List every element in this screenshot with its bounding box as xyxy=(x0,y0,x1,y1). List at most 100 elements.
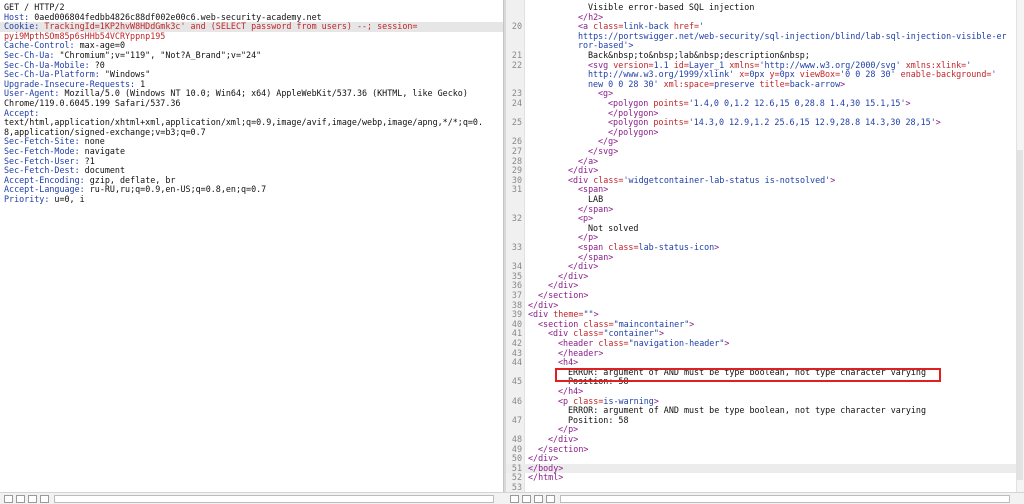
response-line: </polygon> xyxy=(506,127,1018,138)
html-tag: </p> xyxy=(558,424,579,435)
html-tag: </div> xyxy=(528,453,559,464)
text-node: Visible error-based SQL injection xyxy=(588,2,755,12)
html-tag: <a xyxy=(578,21,594,32)
settings-icon[interactable] xyxy=(16,495,25,503)
html-tag: <p> xyxy=(578,213,594,224)
html-tag: <polygon xyxy=(608,117,654,128)
html-tag: > xyxy=(593,309,599,320)
html-tag: <span xyxy=(578,242,609,252)
attribute-value: 'http://www.w3.org/2000/svg' xyxy=(759,59,906,70)
response-viewer[interactable]: Visible error-based SQL injection </h2> 20… xyxy=(506,0,1018,492)
request-line: Priority: u=0, i xyxy=(4,194,499,205)
header-value: Chrome/119.0.6045.199 Safari/537.36 xyxy=(4,98,181,108)
response-line: 52 </html> xyxy=(506,473,1018,483)
html-tag: </a> xyxy=(578,155,599,166)
response-search-input[interactable] xyxy=(560,495,1010,503)
attribute-value: 'widgetcontainer-lab-status is-notsolved… xyxy=(623,174,831,185)
forward-icon[interactable] xyxy=(40,495,49,503)
header-name: Accept: xyxy=(4,107,40,118)
line-number: 47 xyxy=(511,414,522,425)
header-value: ?1 xyxy=(79,155,95,166)
html-tag: <div xyxy=(568,174,594,185)
response-scrollbar[interactable] xyxy=(1016,0,1024,492)
html-tag: > xyxy=(724,338,730,348)
html-tag: > xyxy=(689,318,695,329)
header-value: 8,application/signed-exchange;v=b3;q=0.7 xyxy=(4,126,206,137)
response-settings-icon[interactable] xyxy=(522,495,531,503)
back-icon[interactable] xyxy=(28,495,37,503)
html-attribute: x= xyxy=(739,69,750,80)
html-tag: </h4> xyxy=(558,386,584,396)
html-tag: > xyxy=(935,117,941,128)
html-attribute: title= xyxy=(759,78,790,89)
html-tag: </html> xyxy=(528,472,564,483)
header-name: Cookie: xyxy=(4,21,40,32)
html-tag: </span> xyxy=(578,203,614,214)
response-line: 26 </g> xyxy=(506,137,1018,147)
response-forward-icon[interactable] xyxy=(546,495,555,503)
html-tag: </h2> xyxy=(578,11,604,22)
line-number: 24 xyxy=(511,98,522,108)
html-attribute: xmlns:xlink= xyxy=(905,59,967,70)
code-text: new 0 0 28 30' xml:space=preserve title=… xyxy=(588,78,845,90)
response-line: 49 </section> xyxy=(506,444,1018,455)
header-name: Priority: xyxy=(4,194,50,204)
html-attribute: version= xyxy=(613,59,654,70)
html-tag: </div> xyxy=(528,299,559,310)
html-attribute: points= xyxy=(653,98,689,108)
html-tag: </div> xyxy=(568,165,599,176)
line-number: 22 xyxy=(511,59,522,70)
html-tag: <g> xyxy=(598,88,614,99)
header-value: document xyxy=(79,165,126,176)
line-number: 32 xyxy=(511,213,522,224)
html-attribute: class= xyxy=(593,174,624,185)
header-name: Accept-Encoding: xyxy=(4,174,85,185)
text-node: ERROR: argument of AND must be type bool… xyxy=(568,405,926,416)
attribute-value: https://portswigger.net/web-security/sql… xyxy=(578,30,1007,41)
code-text: Visible error-based SQL injection xyxy=(588,2,755,13)
html-tag: </div> xyxy=(548,280,579,291)
html-tag: <svg xyxy=(588,59,614,70)
html-tag: </svg> xyxy=(588,146,619,156)
html-tag: </header> xyxy=(558,347,604,358)
response-help-icon[interactable] xyxy=(510,495,519,503)
response-line: new 0 0 28 30' xml:space=preserve title=… xyxy=(506,78,1018,90)
header-value: Mozilla/5.0 (Windows NT 10.0; Win64; x64… xyxy=(59,88,468,99)
request-editor[interactable]: GET / HTTP/2 Host: 0aed006804fedbb4826c88… xyxy=(0,0,503,492)
html-tag: <header xyxy=(558,338,599,348)
html-tag: <div xyxy=(548,328,574,339)
attribute-value: http://www.w3.org/1999/xlink' xyxy=(588,69,740,80)
attribute-value: lab-status-icon xyxy=(638,242,715,252)
attribute-value: link-back xyxy=(623,21,674,32)
response-line: 47 Position: 58 xyxy=(506,414,1018,426)
html-tag: <polygon xyxy=(608,98,654,108)
attribute-value: new 0 0 28 30' xyxy=(588,78,664,89)
response-back-icon[interactable] xyxy=(534,495,543,503)
line-number: 33 xyxy=(511,242,522,252)
html-tag: > xyxy=(905,98,911,108)
header-value: none xyxy=(79,136,105,147)
response-line: </p> xyxy=(506,425,1018,435)
request-search-input[interactable] xyxy=(54,495,494,503)
html-tag: > xyxy=(653,395,659,406)
response-line: 35 </div> xyxy=(506,271,1018,282)
response-scrollbar-thumb[interactable] xyxy=(1017,150,1023,480)
html-attribute: class= xyxy=(593,21,624,32)
html-tag: <section xyxy=(538,318,584,329)
html-attribute: y= xyxy=(769,69,780,80)
line-number: 31 xyxy=(511,184,522,195)
response-line: 24 <polygon points='1.4,0 0,1.2 12.6,15 0… xyxy=(506,98,1018,109)
bottom-toolbar xyxy=(0,492,1024,504)
attribute-value: back-arrow xyxy=(789,78,841,89)
html-attribute: theme= xyxy=(553,309,584,320)
line-number: 45 xyxy=(511,376,522,387)
html-attribute: enable-background= xyxy=(900,69,992,80)
help-icon[interactable] xyxy=(4,495,13,503)
header-value: ru-RU,ru;q=0.9,en-US;q=0.8,en;q=0.7 xyxy=(84,184,267,195)
header-name: User-Agent: xyxy=(4,88,60,99)
response-line: 32 <p> xyxy=(506,213,1018,224)
header-name: Host: xyxy=(4,11,30,22)
attribute-value: 1.1 xyxy=(653,59,674,70)
error-highlight-box xyxy=(555,368,941,382)
response-line: 31 <span> xyxy=(506,185,1018,195)
